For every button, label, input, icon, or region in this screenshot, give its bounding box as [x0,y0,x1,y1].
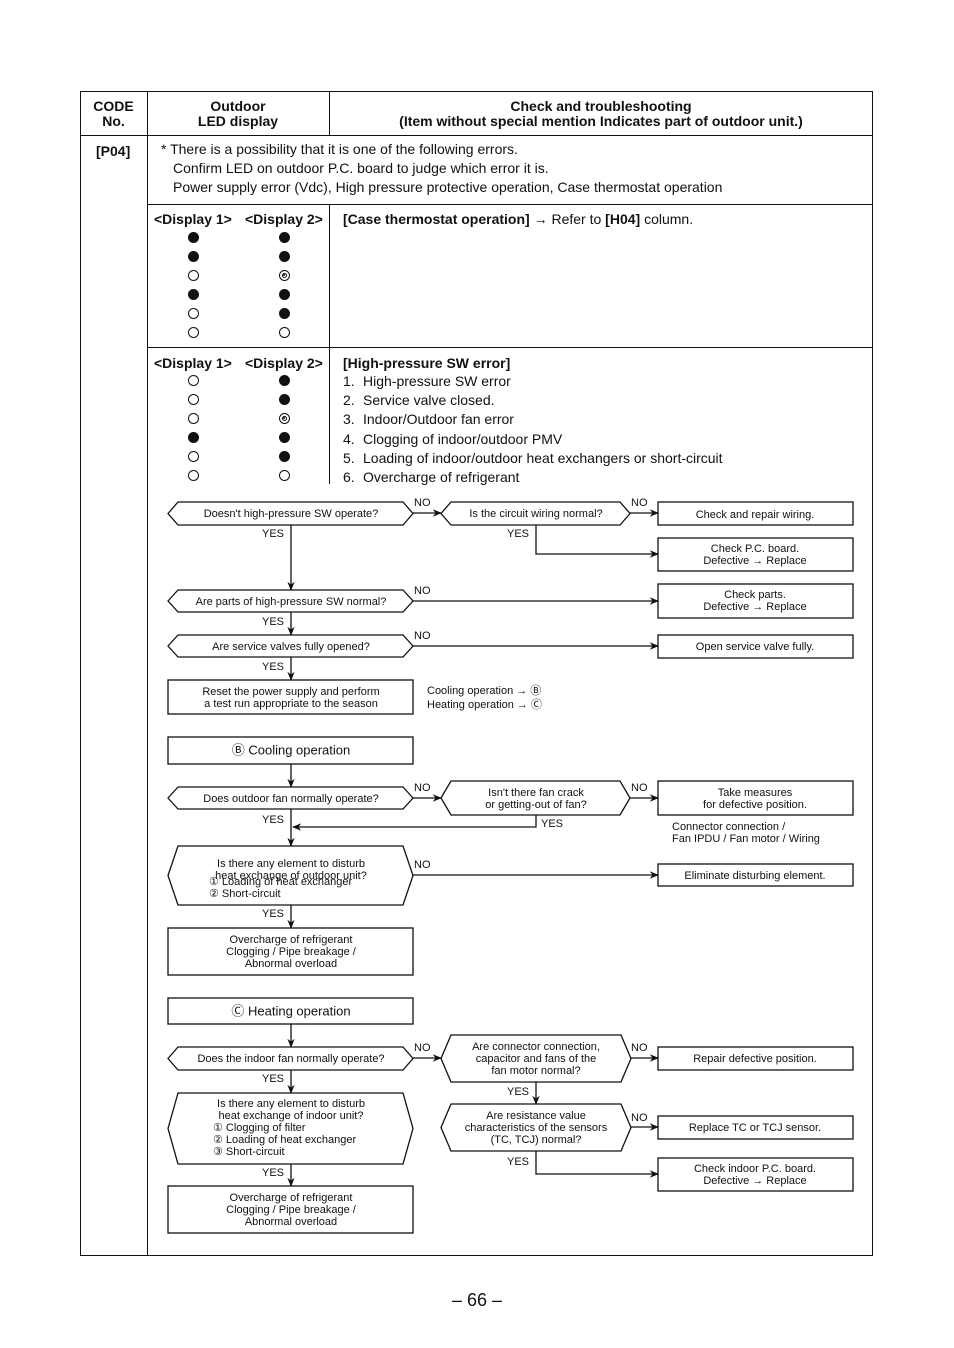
decision-text: ① Clogging of filter [213,1122,306,1134]
flow-connector [292,815,537,831]
no-label: NO [631,497,648,509]
yes-label: YES [507,1086,529,1098]
decision-text: ① Loading of heat exchanger [209,876,353,888]
decision-text: Are parts of high-pressure SW normal? [196,596,387,608]
section-title: Ⓒ Heating operation [231,1004,350,1019]
no-label: NO [631,1042,648,1054]
result-text: Clogging / Pipe breakage / [226,946,357,958]
page-number: – 66 – [451,1290,503,1310]
action-text: Check indoor P.C. board. [694,1163,816,1175]
decision-text: ② Short-circuit [209,888,281,900]
decision-text: (TC, TCJ) normal? [491,1134,582,1146]
action-text: for defective position. [703,799,807,811]
decision-text: Are connector connection, [472,1041,600,1053]
yes-label: YES [262,908,284,920]
decision-text: fan motor normal? [491,1065,580,1077]
yes-label: YES [262,814,284,826]
action-text: Check parts. [724,589,786,601]
no-label: NO [414,859,431,871]
yes-label: YES [507,1156,529,1168]
season-note: Cooling operation → Ⓑ [427,684,541,697]
decision-text: characteristics of the sensors [465,1122,608,1134]
decision-text: Are resistance value [486,1110,586,1122]
action-text: Reset the power supply and perform [202,686,379,698]
decision-text: Is the circuit wiring normal? [469,508,602,520]
decision-text: Doesn't high-pressure SW operate? [204,508,379,520]
yes-label: YES [541,818,563,830]
no-label: NO [414,1042,431,1054]
season-note: Heating operation → Ⓒ [427,698,542,711]
yes-label: YES [262,616,284,628]
result-text: Abnormal overload [245,958,337,970]
action-text: Check P.C. board. [711,543,799,555]
action-text: Defective → Replace [703,601,806,613]
decision-text: Isn't there fan crack [488,787,584,799]
action-text: Repair defective position. [693,1053,817,1065]
troubleshooting-flowchart: Doesn't high-pressure SW operate? NO Is th… [167,497,854,1234]
result-text: Abnormal overload [245,1216,337,1228]
measures-note: Fan IPDU / Fan motor / Wiring [672,833,820,845]
action-text: Replace TC or TCJ sensor. [689,1122,821,1134]
decision-text: ③ Short-circuit [213,1146,285,1158]
yes-label: YES [262,528,284,540]
flow-connector [535,525,659,558]
action-text: Take measures [718,787,793,799]
action-text: Open service valve fully. [696,641,814,653]
no-label: NO [414,497,431,509]
no-label: NO [414,585,431,597]
decision-text: ② Loading of heat exchanger [213,1134,357,1146]
action-text: Check and repair wiring. [696,509,815,521]
decision-text: Does the indoor fan normally operate? [197,1053,384,1065]
measures-note: Connector connection / [672,821,786,833]
decision-text: Are service valves fully opened? [212,641,370,653]
decision-text: Is there any element to disturb [217,858,365,870]
action-text: a test run appropriate to the season [204,698,378,710]
action-text: Eliminate disturbing element. [684,870,825,882]
action-text: Defective → Replace [703,555,806,567]
yes-label: YES [262,661,284,673]
decision-text: or getting-out of fan? [485,799,587,811]
decision-text: Does outdoor fan normally operate? [203,793,379,805]
result-text: Overcharge of refrigerant [230,1192,353,1204]
yes-label: YES [507,528,529,540]
yes-label: YES [262,1073,284,1085]
action-text: Defective → Replace [703,1175,806,1187]
no-label: NO [631,782,648,794]
section-title: Ⓑ Cooling operation [232,743,351,758]
decision-text: Is there any element to disturb [217,1098,365,1110]
no-label: NO [414,782,431,794]
flow-connector [535,1151,659,1178]
result-text: Clogging / Pipe breakage / [226,1204,357,1216]
decision-text: capacitor and fans of the [476,1053,596,1065]
no-label: NO [414,630,431,642]
result-text: Overcharge of refrigerant [230,934,353,946]
no-label: NO [631,1112,648,1124]
decision-text: heat exchange of indoor unit? [219,1110,364,1122]
yes-label: YES [262,1167,284,1179]
